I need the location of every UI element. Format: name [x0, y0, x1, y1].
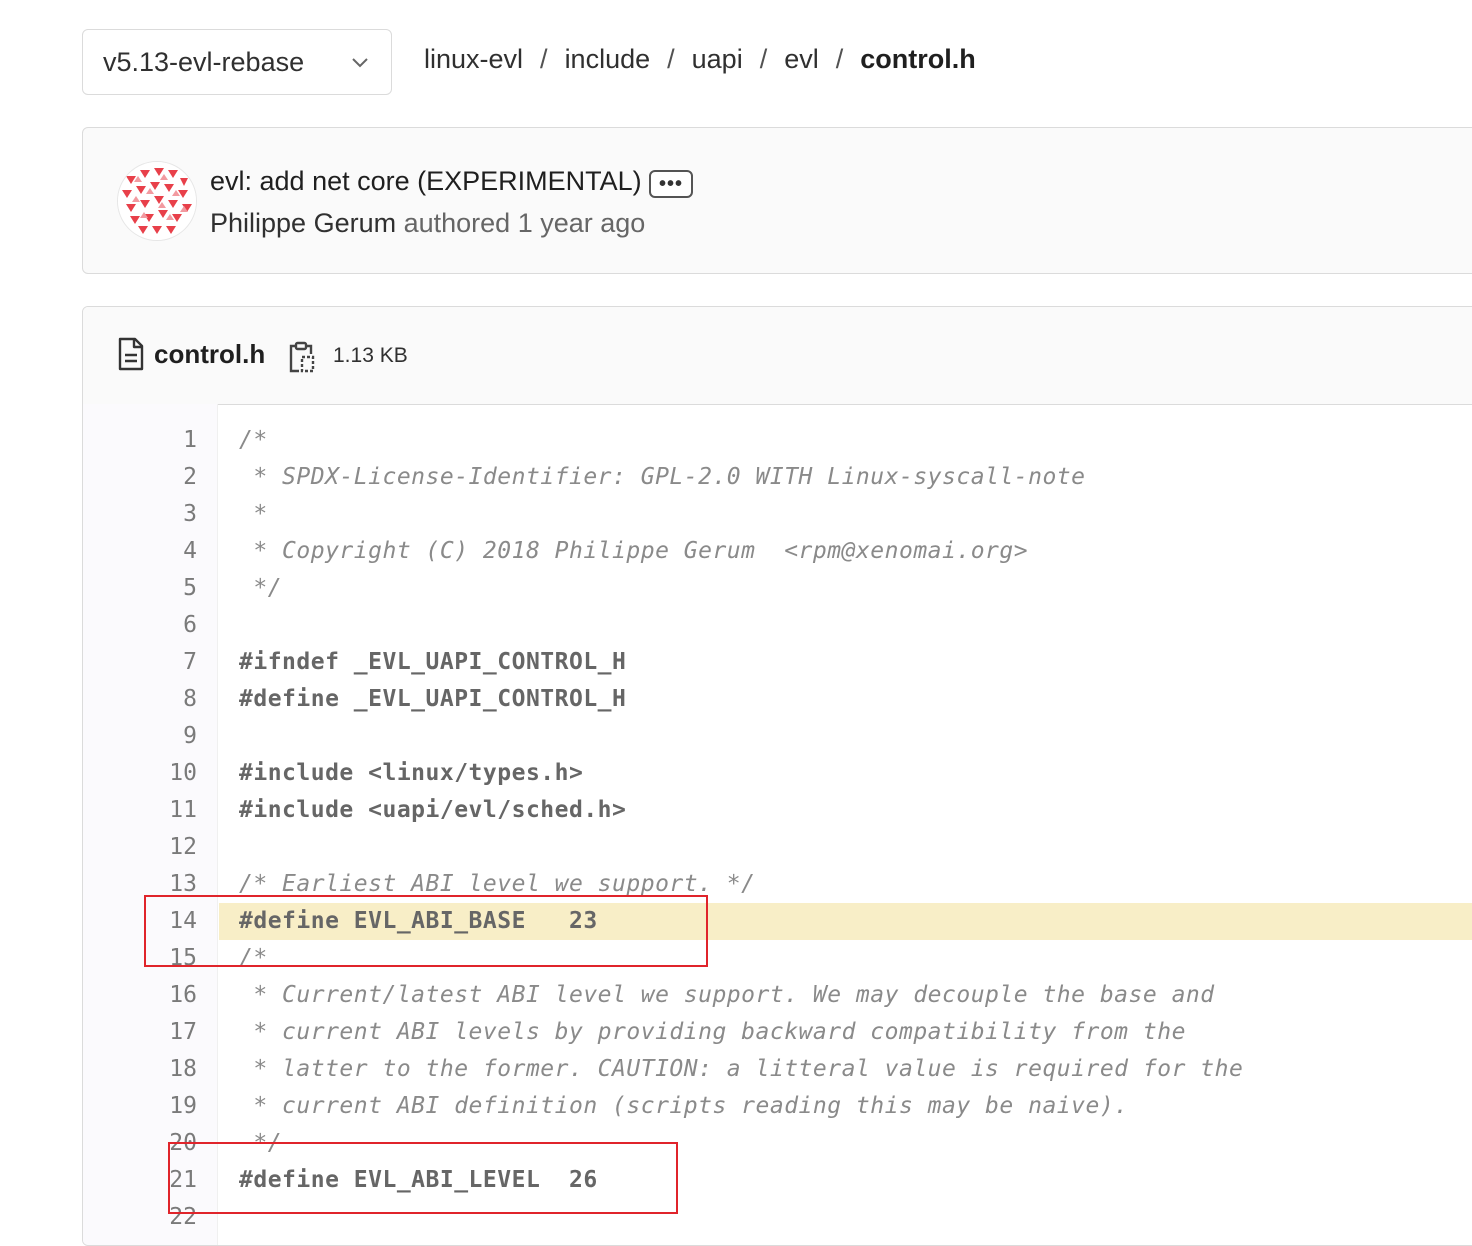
code-text: */	[239, 1130, 283, 1156]
code-text: #ifndef _EVL_UAPI_CONTROL_H	[239, 649, 627, 675]
breadcrumb-item-uapi[interactable]: uapi	[692, 44, 743, 75]
code-text: * SPDX-License-Identifier: GPL-2.0 WITH …	[239, 464, 1086, 490]
line-number[interactable]: 20	[83, 1125, 197, 1162]
line-number[interactable]: 4	[83, 533, 197, 570]
toggle-commit-description-button[interactable]: •••	[649, 170, 693, 198]
code-line: * current ABI definition (scripts readin…	[219, 1088, 1472, 1125]
code-text: */	[239, 575, 283, 601]
code-text: #define _EVL_UAPI_CONTROL_H	[239, 686, 627, 712]
code-text: * current ABI definition (scripts readin…	[239, 1093, 1129, 1119]
code-line: /* Earliest ABI level we support. */	[219, 866, 1472, 903]
file-size: 1.13 KB	[333, 344, 408, 367]
line-number[interactable]: 11	[83, 792, 197, 829]
code-text: #define EVL_ABI_BASE 23	[239, 908, 598, 934]
code-text: /*	[239, 427, 268, 453]
line-number[interactable]: 9	[83, 718, 197, 755]
branch-name: v5.13-evl-rebase	[103, 46, 305, 77]
clipboard-icon[interactable]	[287, 340, 315, 374]
code-line: /*	[219, 422, 1472, 459]
identicon-icon	[118, 162, 196, 240]
code-line: * Current/latest ABI level we support. W…	[219, 977, 1472, 1014]
file-header: control.h 1.13 KB	[83, 307, 1472, 405]
line-number[interactable]: 3	[83, 496, 197, 533]
line-number[interactable]: 18	[83, 1051, 197, 1088]
breadcrumb-item-linux-evl[interactable]: linux-evl	[424, 44, 523, 75]
code-line: #include <uapi/evl/sched.h>	[219, 792, 1472, 829]
code-line: #include <linux/types.h>	[219, 755, 1472, 792]
breadcrumb: linux-evl / include / uapi / evl / contr…	[424, 44, 976, 75]
branch-selector[interactable]: v5.13-evl-rebase	[82, 29, 392, 95]
code-text: * Current/latest ABI level we support. W…	[239, 982, 1215, 1008]
line-number[interactable]: 15	[83, 940, 197, 977]
code-line: #define _EVL_UAPI_CONTROL_H	[219, 681, 1472, 718]
line-number[interactable]: 22	[83, 1199, 197, 1236]
code-text: /* Earliest ABI level we support. */	[239, 871, 756, 897]
code-text: #include <uapi/evl/sched.h>	[239, 797, 627, 823]
code-text: /*	[239, 945, 268, 971]
code-line: * SPDX-License-Identifier: GPL-2.0 WITH …	[219, 459, 1472, 496]
commit-action: authored	[403, 208, 511, 238]
breadcrumb-separator: /	[667, 44, 675, 74]
chevron-down-icon	[352, 58, 368, 68]
commit-meta: Philippe Gerum authored 1 year ago	[210, 208, 645, 239]
line-number[interactable]: 14	[83, 903, 197, 940]
code-line: */	[219, 570, 1472, 607]
avatar[interactable]	[117, 161, 197, 241]
code-text: * Copyright (C) 2018 Philippe Gerum <rpm…	[239, 538, 1029, 564]
line-number[interactable]: 13	[83, 866, 197, 903]
commit-author-link[interactable]: Philippe Gerum	[210, 208, 396, 238]
code-line: #ifndef _EVL_UAPI_CONTROL_H	[219, 644, 1472, 681]
file-icon	[118, 337, 144, 371]
line-number[interactable]: 12	[83, 829, 197, 866]
line-number[interactable]: 1	[83, 422, 197, 459]
line-number[interactable]: 10	[83, 755, 197, 792]
commit-title[interactable]: evl: add net core (EXPERIMENTAL)	[210, 166, 642, 197]
line-number[interactable]: 7	[83, 644, 197, 681]
code-text: *	[239, 501, 268, 527]
file-name: control.h	[154, 339, 266, 369]
breadcrumb-separator: /	[835, 44, 844, 74]
line-number[interactable]: 5	[83, 570, 197, 607]
commit-time: 1 year ago	[517, 208, 646, 238]
line-number[interactable]: 8	[83, 681, 197, 718]
code-text: #include <linux/types.h>	[239, 760, 584, 786]
line-number[interactable]: 2	[83, 459, 197, 496]
code-text: * current ABI levels by providing backwa…	[239, 1019, 1186, 1045]
breadcrumb-item-evl[interactable]: evl	[784, 44, 819, 75]
breadcrumb-separator: /	[540, 44, 548, 74]
line-number[interactable]: 17	[83, 1014, 197, 1051]
breadcrumb-item-include[interactable]: include	[565, 44, 651, 75]
code-line: * current ABI levels by providing backwa…	[219, 1014, 1472, 1051]
code-line: * Copyright (C) 2018 Philippe Gerum <rpm…	[219, 533, 1472, 570]
line-number[interactable]: 16	[83, 977, 197, 1014]
code-line: */	[219, 1125, 1472, 1162]
code-line: #define EVL_ABI_LEVEL 26	[219, 1162, 1472, 1199]
code-line: /*	[219, 940, 1472, 977]
line-number[interactable]: 6	[83, 607, 197, 644]
code-line: * latter to the former. CAUTION: a litte…	[219, 1051, 1472, 1088]
line-number[interactable]: 19	[83, 1088, 197, 1125]
breadcrumb-current-file: control.h	[860, 44, 976, 74]
code-line: #define EVL_ABI_BASE 23	[219, 903, 1472, 940]
file-viewer: control.h 1.13 KB 1 /* 2 * SPDX-License-Id…	[82, 306, 1472, 1246]
code-text: #define EVL_ABI_LEVEL 26	[239, 1167, 598, 1193]
code-text: * latter to the former. CAUTION: a litte…	[239, 1056, 1244, 1082]
line-number[interactable]: 21	[83, 1162, 197, 1199]
breadcrumb-separator: /	[759, 44, 768, 74]
code-line: *	[219, 496, 1472, 533]
last-commit-panel: evl: add net core (EXPERIMENTAL) ••• Phi…	[82, 127, 1472, 274]
